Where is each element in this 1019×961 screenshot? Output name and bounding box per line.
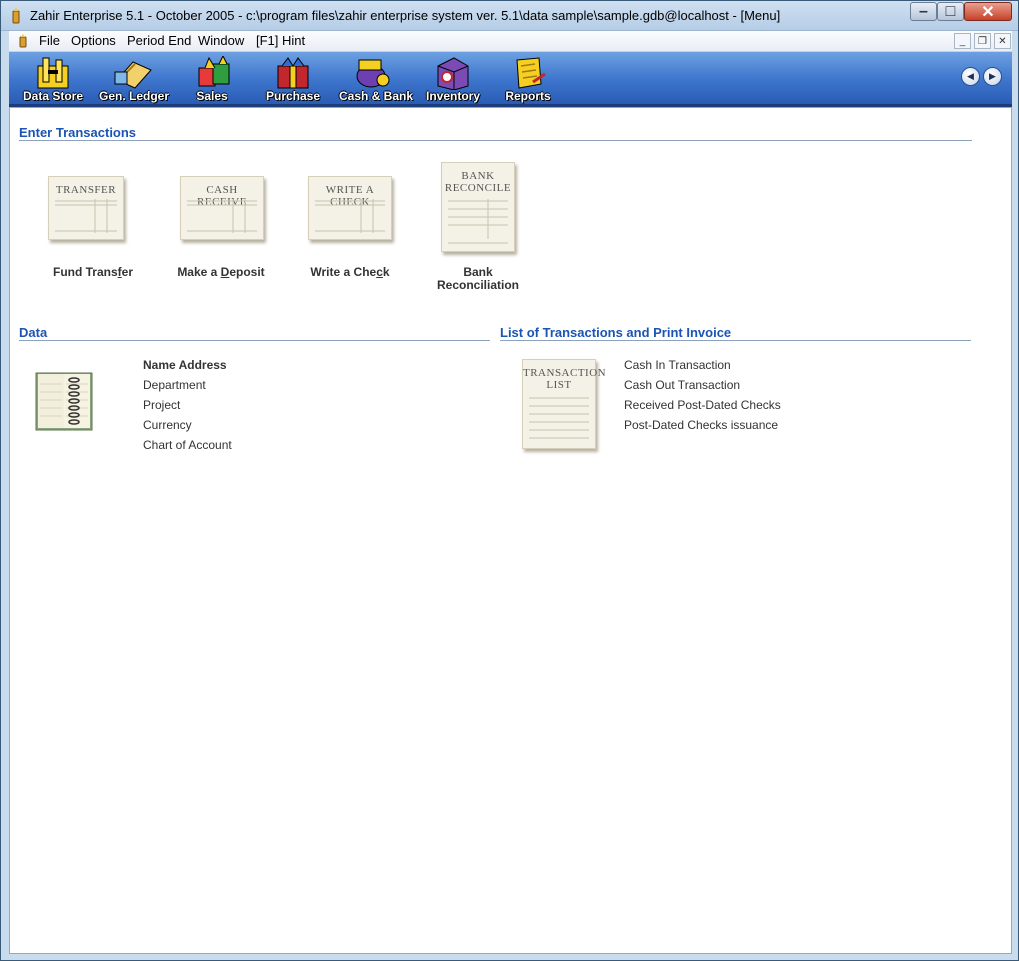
form-card-title-line: LIST — [546, 379, 572, 391]
toolbar-gen-ledger[interactable]: Gen. Ledger — [99, 56, 170, 103]
toolbar-data-store[interactable]: Data Store — [23, 56, 84, 103]
chart-of-account-link[interactable]: Chart of Account — [143, 438, 232, 452]
cash-receive-form-icon[interactable]: CASH RECEIVE — [180, 176, 264, 240]
menu-file[interactable]: File — [39, 33, 60, 48]
app-window: Zahir Enterprise 5.1 - October 2005 - c:… — [0, 0, 1019, 961]
form-lines-icon — [448, 199, 508, 244]
fund-transfer-form-icon[interactable]: TRANSFER — [48, 176, 124, 240]
form-lines-icon — [315, 199, 385, 233]
toolbar-label: Reports — [505, 89, 551, 103]
form-lines-icon — [529, 397, 589, 439]
name-address-link[interactable]: Name Address — [143, 358, 227, 372]
write-check-link[interactable]: Write a Check — [295, 266, 405, 279]
fund-transfer-link[interactable]: Fund Transfer — [38, 266, 148, 279]
project-link[interactable]: Project — [143, 398, 180, 412]
address-book-icon[interactable] — [34, 370, 94, 432]
cash-bank-icon — [356, 59, 390, 88]
toolbar-reports[interactable]: Reports — [503, 56, 553, 103]
toolbar-label: Purchase — [265, 89, 321, 103]
purchase-icon — [277, 57, 309, 89]
toolbar-label: Gen. Ledger — [99, 89, 170, 103]
bank-reconciliation-link[interactable]: Bank Reconciliation — [423, 266, 533, 292]
received-post-dated-checks-link[interactable]: Received Post-Dated Checks — [624, 398, 781, 412]
toolbar-label: Inventory — [425, 89, 480, 103]
menu-options[interactable]: Options — [71, 33, 116, 48]
section-divider — [500, 340, 971, 341]
close-button[interactable]: ✕ — [964, 2, 1012, 21]
caption-text: Fund Trans — [52, 265, 118, 279]
toolbar-prev-button[interactable]: ◀ — [961, 67, 980, 86]
mdi-close-button[interactable]: ✕ — [994, 33, 1011, 49]
toolbar-sales[interactable]: Sales — [187, 56, 237, 103]
caption-text: k — [382, 265, 390, 279]
caption-accel: c — [376, 265, 383, 279]
mdi-minimize-button[interactable]: _ — [954, 33, 971, 49]
toolbar-purchase[interactable]: Purchase — [265, 56, 321, 103]
caption-text: Write a Che — [310, 265, 377, 279]
mdi-restore-button[interactable]: ❐ — [974, 33, 991, 49]
title-bar[interactable]: Zahir Enterprise 5.1 - October 2005 - c:… — [1, 1, 1018, 31]
post-dated-checks-issuance-link[interactable]: Post-Dated Checks issuance — [624, 418, 778, 432]
form-lines-icon — [187, 199, 257, 233]
section-divider — [19, 140, 972, 141]
form-card-title-line: RECONCILE — [444, 182, 512, 194]
enter-transactions-title: Enter Transactions — [19, 125, 137, 140]
general-ledger-icon — [114, 61, 152, 89]
toolbar-label: Cash & Bank — [339, 89, 414, 103]
module-toolbar: Data Store Gen. Ledger Sales Purchase Ca… — [9, 52, 1012, 107]
toolbar-label: Sales — [196, 89, 228, 103]
write-check-form-icon[interactable]: WRITE A CHECK — [308, 176, 392, 240]
form-card-title: TRANSACTION LIST — [523, 367, 606, 391]
menu-period-end[interactable]: Period End — [127, 33, 191, 48]
reports-icon — [516, 57, 546, 89]
sales-icon — [198, 56, 230, 87]
data-store-icon — [37, 57, 69, 89]
toolbar-label: Data Store — [23, 89, 84, 103]
data-section-title: Data — [19, 325, 48, 340]
make-deposit-link[interactable]: Make a Deposit — [166, 266, 276, 279]
form-card-title: TRANSFER — [55, 184, 117, 196]
app-icon — [12, 7, 20, 24]
menu-window[interactable]: Window — [198, 33, 244, 48]
toolbar-cash-bank[interactable]: Cash & Bank — [339, 56, 414, 103]
currency-link[interactable]: Currency — [143, 418, 192, 432]
caption-text: Reconciliation — [436, 278, 519, 292]
maximize-button[interactable]: □ — [937, 2, 964, 21]
menu-hint[interactable]: [F1] Hint — [256, 33, 305, 48]
form-card-title: BANK RECONCILE — [442, 170, 514, 194]
cash-in-transaction-link[interactable]: Cash In Transaction — [624, 358, 731, 372]
form-card-title-line: BANK — [461, 170, 495, 182]
caption-text: eposit — [229, 265, 265, 279]
inventory-icon — [437, 57, 469, 90]
list-transactions-title: List of Transactions and Print Invoice — [500, 325, 732, 340]
cash-out-transaction-link[interactable]: Cash Out Transaction — [624, 378, 740, 392]
caption-text: Make a — [177, 265, 221, 279]
caption-text: er — [121, 265, 133, 279]
bank-reconcile-form-icon[interactable]: BANK RECONCILE — [441, 162, 515, 252]
minimize-button[interactable]: – — [910, 2, 937, 21]
form-card-title-line: TRANSACTION — [523, 367, 607, 379]
toolbar-inventory[interactable]: Inventory — [423, 56, 483, 103]
toolbar-next-button[interactable]: ▶ — [983, 67, 1002, 86]
form-lines-icon — [55, 199, 117, 233]
window-title: Zahir Enterprise 5.1 - October 2005 - c:… — [30, 8, 781, 23]
section-divider — [19, 340, 490, 341]
menu-content-panel: Enter Transactions TRANSFER Fund Transfe… — [9, 107, 1012, 954]
department-link[interactable]: Department — [143, 378, 206, 392]
app-menu-icon[interactable] — [18, 34, 28, 48]
caption-text: Bank — [463, 265, 493, 279]
menu-bar: File Options Period End Window [F1] Hint… — [9, 31, 1012, 52]
transaction-list-form-icon[interactable]: TRANSACTION LIST — [522, 359, 606, 449]
